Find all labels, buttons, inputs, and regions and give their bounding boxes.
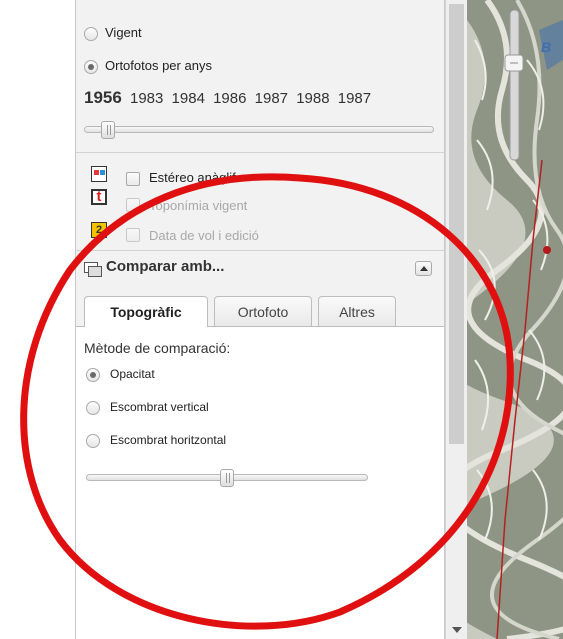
opacity-label: Opacitat: [110, 367, 155, 381]
method-label: Mètode de comparació:: [84, 340, 231, 356]
year-item[interactable]: 1987: [255, 90, 288, 107]
year-item[interactable]: 1983: [130, 90, 163, 107]
year-slider-handle[interactable]: [100, 121, 115, 139]
layers-panel: Vigent Ortofotos per anys 1956 1983 1984…: [75, 0, 445, 639]
vigent-label: Vigent: [105, 25, 142, 40]
year-list: 1956 1983 1984 1986 1987 1988 1987: [84, 88, 371, 108]
year-item[interactable]: 1984: [172, 90, 205, 107]
divider: [76, 152, 444, 153]
horizontal-sweep-label: Escombrat horitzontal: [110, 433, 227, 447]
opacity-radio[interactable]: [86, 368, 100, 382]
tab-topografic[interactable]: Topogràfic: [84, 296, 208, 327]
svg-text:B: B: [541, 39, 551, 55]
flight-date-icon: 2: [91, 222, 107, 238]
collapse-button[interactable]: [415, 261, 432, 276]
tab-altres[interactable]: Altres: [318, 296, 396, 326]
divider: [76, 250, 444, 251]
stereo-label: Estéreo anàglif: [149, 170, 236, 185]
ortofotos-label: Ortofotos per anys: [105, 58, 212, 73]
flight-date-label: Data de vol i edició: [149, 228, 259, 243]
year-item[interactable]: 1986: [213, 90, 246, 107]
toponymy-icon: t: [91, 189, 107, 205]
vigent-radio[interactable]: [84, 27, 98, 41]
year-item[interactable]: 1988: [296, 90, 329, 107]
map-image: B: [467, 0, 563, 639]
stereo-checkbox[interactable]: [126, 172, 140, 186]
vertical-sweep-radio[interactable]: [86, 401, 100, 415]
flight-date-checkbox[interactable]: [126, 228, 140, 242]
ortofotos-radio[interactable]: [84, 60, 98, 74]
year-item[interactable]: 1987: [338, 90, 371, 107]
left-gutter: [0, 0, 75, 639]
stereo-icon: [91, 166, 107, 182]
year-slider-track[interactable]: [84, 126, 434, 133]
tab-ortofoto[interactable]: Ortofoto: [214, 296, 312, 326]
toponymy-checkbox[interactable]: [126, 198, 140, 212]
vertical-sweep-label: Escombrat vertical: [110, 400, 209, 414]
scroll-down-icon[interactable]: [452, 627, 462, 633]
compare-icon: [84, 262, 102, 277]
horizontal-sweep-radio[interactable]: [86, 434, 100, 448]
compare-slider-handle[interactable]: [220, 469, 234, 487]
compare-title: Comparar amb...: [106, 258, 225, 275]
scrollbar-thumb[interactable]: [449, 4, 464, 444]
panel-scrollbar[interactable]: [445, 0, 467, 639]
toponymy-label: Toponímia vigent: [149, 198, 248, 213]
map-view[interactable]: B: [467, 0, 563, 639]
year-selected[interactable]: 1956: [84, 88, 122, 107]
